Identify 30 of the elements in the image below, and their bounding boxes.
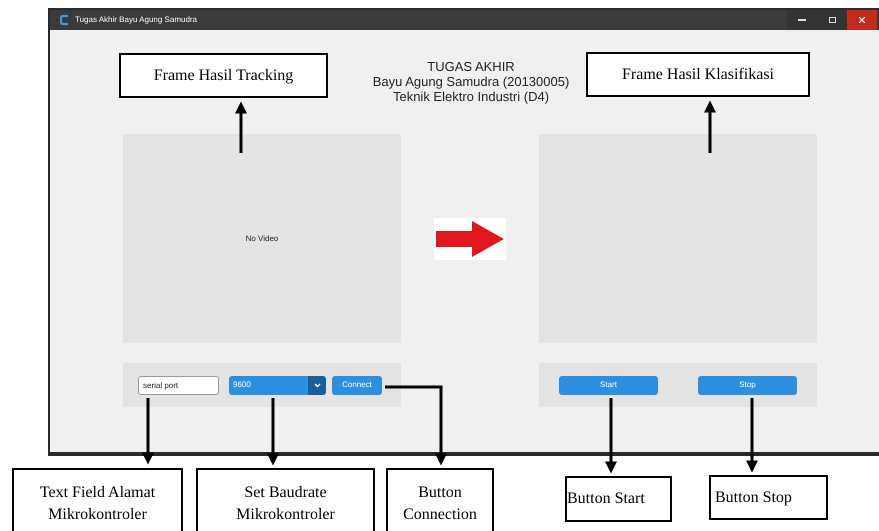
maximize-button[interactable] [817,10,847,30]
header-text: Teknik Elektro Industri (D4) [392,89,550,104]
callout-label: Button Stop [709,475,828,520]
connect-button[interactable]: Connect [332,376,382,394]
maximize-icon [828,17,836,23]
minimize-icon [798,19,806,21]
app-logo-icon [60,14,69,26]
callout-label: Button Start [565,476,672,522]
no-video-label: No Video [246,232,278,244]
close-icon [859,17,865,23]
callout-label: Set Baudrate Mikrokontroler [196,468,375,531]
callout-label: Frame Hasil Tracking [119,53,328,98]
header-text: Bayu Agung Samudra (20130005) [372,74,570,89]
leader-arrow [704,100,716,153]
leader-arrow [235,102,247,153]
start-button[interactable]: Start [559,376,658,394]
leader-arrow [142,398,154,464]
baudrate-dropdown[interactable]: 9600 [229,376,326,394]
window-title: Tugas Akhir Bayu Agung Samudra [75,14,197,26]
stop-button[interactable]: Stop [698,376,797,394]
callout-label: Button Connection [386,468,494,531]
close-button[interactable] [847,10,877,30]
chevron-down-icon [314,382,320,388]
arrow-icon [434,218,506,260]
callout-label: Text Field Alamat Mikrokontroler [12,468,183,531]
serial-port-field[interactable]: serial port [138,376,219,394]
leader-arrow [267,398,279,466]
minimize-button[interactable] [787,10,817,30]
header-text: TUGAS AKHIR [427,59,515,74]
callout-label: Frame Hasil Klasifikasi [586,52,810,97]
